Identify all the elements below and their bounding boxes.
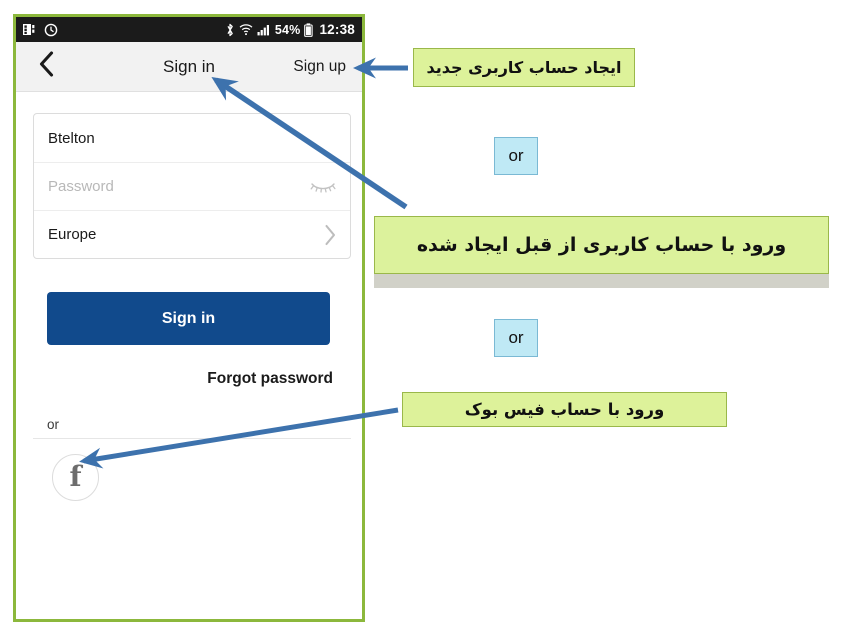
signal-icon <box>257 23 271 36</box>
password-placeholder: Password <box>48 178 114 195</box>
password-field[interactable]: Password <box>34 162 350 210</box>
status-bar-right-icons: 54% 12:38 <box>225 22 355 37</box>
login-form-card: Btelton Password Europe <box>33 113 351 259</box>
status-bar: 54% 12:38 <box>16 17 362 42</box>
signin-button[interactable]: Sign in <box>47 292 330 345</box>
annotation-facebook: ورود با حساب فیس بوک <box>402 392 727 427</box>
bluetooth-icon <box>225 23 235 37</box>
battery-icon <box>304 22 314 37</box>
navigation-bar: Sign in Sign up <box>16 42 362 92</box>
annotation-signin: ورود با حساب کاربری از قبل ایجاد شده <box>374 216 829 274</box>
username-field[interactable]: Btelton <box>34 114 350 162</box>
annotation-or-box-2: or <box>494 319 538 357</box>
eye-closed-icon[interactable] <box>309 179 337 194</box>
alarm-icon <box>44 23 58 37</box>
annotation-signup: ایجاد حساب کاربری جدید <box>413 48 635 87</box>
contacts-icon <box>23 23 38 36</box>
annotation-or-box-1: or <box>494 137 538 175</box>
status-bar-left-icons <box>23 23 58 37</box>
username-value: Btelton <box>48 129 95 147</box>
region-value: Europe <box>48 226 97 243</box>
facebook-icon: f <box>69 459 82 493</box>
phone-screenshot-frame: 54% 12:38 Sign in Sign up Btelton Passwo… <box>13 14 365 622</box>
battery-percent-label: 54% <box>274 22 301 37</box>
signup-link[interactable]: Sign up <box>293 58 346 76</box>
chevron-right-icon <box>324 224 337 246</box>
or-divider <box>33 438 351 439</box>
facebook-signin-button[interactable]: f <box>52 454 99 501</box>
wifi-icon <box>239 23 253 36</box>
region-field[interactable]: Europe <box>34 210 350 258</box>
status-clock: 12:38 <box>319 22 355 37</box>
forgot-password-link[interactable]: Forgot password <box>207 370 333 388</box>
or-separator-label: or <box>47 417 60 432</box>
annotation-signin-shadow <box>374 274 829 288</box>
